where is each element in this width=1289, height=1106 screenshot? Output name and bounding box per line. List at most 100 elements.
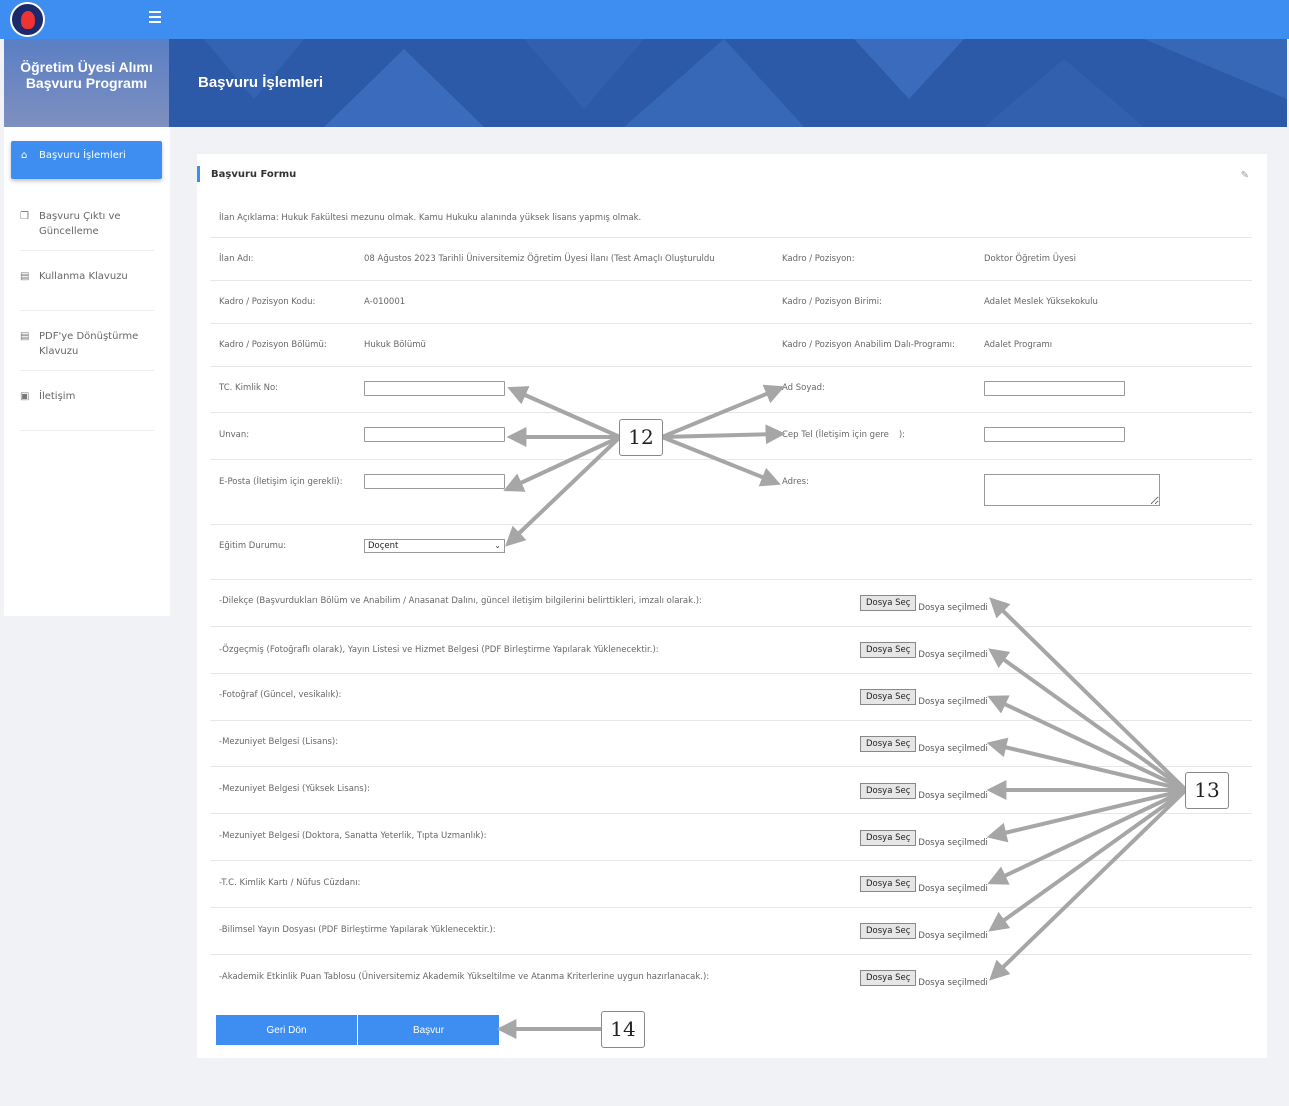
sidebar-item-basvuru-islemleri[interactable]: ⌂ Başvuru İşlemleri — [11, 141, 162, 179]
file-input-doktora[interactable]: Dosya Seç Dosya seçilmedi — [860, 830, 988, 848]
divider — [210, 524, 1252, 525]
ad-soyad-label: Ad Soyad: — [782, 383, 825, 393]
back-button[interactable]: Geri Dön — [216, 1015, 357, 1045]
kadro-pozisyon-value: Doktor Öğretim Üyesi — [984, 254, 1076, 264]
kadro-pozisyon-label: Kadro / Pozisyon: — [782, 254, 855, 264]
egitim-durumu-select[interactable]: Doçent ⌄ — [364, 539, 505, 553]
kadro-kodu-label: Kadro / Pozisyon Kodu: — [219, 297, 316, 307]
brand-title: Öğretim Üyesi Alımı Başvuru Programı — [4, 39, 169, 127]
submit-button[interactable]: Başvur — [358, 1015, 499, 1045]
file-choose-button[interactable]: Dosya Seç — [860, 595, 917, 611]
chevron-down-icon: ⌄ — [494, 541, 501, 550]
file-input-akademik-etkinlik[interactable]: Dosya Seç Dosya seçilmedi — [860, 970, 988, 988]
kadro-kodu-value: A-010001 — [364, 297, 406, 307]
file-choose-button[interactable]: Dosya Seç — [860, 736, 917, 752]
announcement-text: İlan Açıklama: Hukuk Fakültesi mezunu ol… — [219, 213, 642, 223]
divider — [210, 366, 1252, 367]
contact-card-icon: ▣ — [20, 391, 30, 402]
file-label-lisans: -Mezuniyet Belgesi (Lisans): — [219, 737, 339, 747]
page-heading: Başvuru İşlemleri — [198, 74, 324, 91]
sidebar-item-pdf-klavuzu[interactable]: ▤ PDF'ye Dönüştürme Klavuzu — [20, 329, 154, 371]
file-label-doktora: -Mezuniyet Belgesi (Doktora, Sanatta Yet… — [219, 831, 487, 841]
file-status: Dosya seçilmedi — [918, 744, 988, 754]
file-choose-button[interactable]: Dosya Seç — [860, 923, 917, 939]
sidebar-item-label: İletişim — [39, 391, 76, 402]
tc-kimlik-label: TC. Kimlik No: — [219, 383, 279, 393]
file-status: Dosya seçilmedi — [918, 697, 988, 707]
file-label-akademik-etkinlik: -Akademik Etkinlik Puan Tablosu (Ünivers… — [219, 972, 710, 982]
adres-label: Adres: — [782, 477, 809, 487]
sidebar-item-kullanma-klavuzu[interactable]: ▤ Kullanma Klavuzu — [20, 269, 154, 311]
file-input-fotograf[interactable]: Dosya Seç Dosya seçilmedi — [860, 689, 988, 707]
divider — [210, 673, 1252, 674]
cep-tel-label-text: Cep Tel (İletişim için gere — [782, 430, 889, 440]
sidebar: ⌂ Başvuru İşlemleri ❐ Başvuru Çıktı ve G… — [4, 127, 170, 616]
hamburger-menu-icon[interactable] — [149, 11, 161, 23]
divider — [210, 459, 1252, 460]
book-icon: ▤ — [20, 271, 30, 282]
cep-tel-input[interactable] — [984, 427, 1125, 442]
copy-icon: ❐ — [20, 211, 29, 222]
callout-12: 12 — [619, 419, 663, 456]
eposta-input[interactable] — [364, 474, 505, 489]
file-input-kimlik-karti[interactable]: Dosya Seç Dosya seçilmedi — [860, 876, 988, 894]
top-bar — [0, 0, 1289, 39]
file-choose-button[interactable]: Dosya Seç — [860, 642, 917, 658]
divider — [210, 323, 1252, 324]
file-input-ozgecmis[interactable]: Dosya Seç Dosya seçilmedi — [860, 642, 988, 660]
file-label-fotograf: -Fotoğraf (Güncel, vesikalık): — [219, 690, 342, 700]
file-status: Dosya seçilmedi — [918, 650, 988, 660]
file-input-yuksek-lisans[interactable]: Dosya Seç Dosya seçilmedi — [860, 783, 988, 801]
kadro-birimi-value: Adalet Meslek Yüksekokulu — [984, 297, 1098, 307]
form-title: Başvuru Formu — [211, 169, 297, 180]
divider — [210, 954, 1252, 955]
unvan-input[interactable] — [364, 427, 505, 442]
sidebar-item-iletisim[interactable]: ▣ İletişim — [20, 389, 154, 431]
file-choose-button[interactable]: Dosya Seç — [860, 876, 917, 892]
file-choose-button[interactable]: Dosya Seç — [860, 830, 917, 846]
university-logo-icon[interactable] — [10, 2, 45, 37]
file-status: Dosya seçilmedi — [918, 838, 988, 848]
divider — [210, 907, 1252, 908]
sidebar-item-label: PDF'ye Dönüştürme Klavuzu — [39, 331, 139, 357]
wrench-icon[interactable]: ✎ — [1241, 170, 1249, 181]
callout-13: 13 — [1185, 772, 1229, 809]
adres-textarea[interactable] — [984, 474, 1160, 506]
application-form-card: Başvuru Formu ✎ — [197, 154, 1267, 1058]
ilan-adi-value: 08 Ağustos 2023 Tarihli Üniversitemiz Öğ… — [364, 254, 715, 264]
home-icon: ⌂ — [21, 150, 28, 161]
egitim-durumu-label: Eğitim Durumu: — [219, 541, 287, 551]
file-choose-button[interactable]: Dosya Seç — [860, 783, 917, 799]
file-input-bilimsel-yayin[interactable]: Dosya Seç Dosya seçilmedi — [860, 923, 988, 941]
page-banner — [4, 39, 1287, 127]
cep-tel-label-tail: ): — [898, 430, 906, 440]
book-icon: ▤ — [20, 331, 30, 342]
kadro-birimi-label: Kadro / Pozisyon Birimi: — [782, 297, 882, 307]
file-choose-button[interactable]: Dosya Seç — [860, 689, 917, 705]
ilan-adi-label: İlan Adı: — [219, 254, 254, 264]
divider — [210, 813, 1252, 814]
callout-14: 14 — [601, 1011, 645, 1048]
divider — [210, 766, 1252, 767]
ad-soyad-input[interactable] — [984, 381, 1125, 396]
egitim-durumu-selected-value: Doçent — [368, 541, 399, 551]
header-accent-bar — [197, 166, 200, 182]
file-choose-button[interactable]: Dosya Seç — [860, 970, 917, 986]
file-status: Dosya seçilmedi — [918, 884, 988, 894]
divider — [210, 237, 1252, 238]
divider — [210, 579, 1252, 580]
file-input-dilekce[interactable]: Dosya Seç Dosya seçilmedi — [860, 595, 988, 613]
divider — [210, 860, 1252, 861]
kadro-anabilim-label: Kadro / Pozisyon Anabilim Dalı-Programı: — [782, 340, 955, 350]
divider — [210, 720, 1252, 721]
sidebar-item-basvuru-cikti[interactable]: ❐ Başvuru Çıktı ve Güncelleme — [20, 209, 154, 251]
banner-pattern — [204, 39, 1287, 127]
card-header: Başvuru Formu ✎ — [197, 166, 1267, 184]
tc-kimlik-input[interactable] — [364, 381, 505, 396]
file-input-lisans[interactable]: Dosya Seç Dosya seçilmedi — [860, 736, 988, 754]
sidebar-item-label: Başvuru Çıktı ve Güncelleme — [39, 211, 121, 237]
cep-tel-label: Cep Tel (İletişim için gere): — [782, 430, 905, 440]
divider — [210, 280, 1252, 281]
file-label-yuksek-lisans: -Mezuniyet Belgesi (Yüksek Lisans): — [219, 784, 370, 794]
file-label-dilekce: -Dilekçe (Başvurdukları Bölüm ve Anabili… — [219, 596, 702, 606]
